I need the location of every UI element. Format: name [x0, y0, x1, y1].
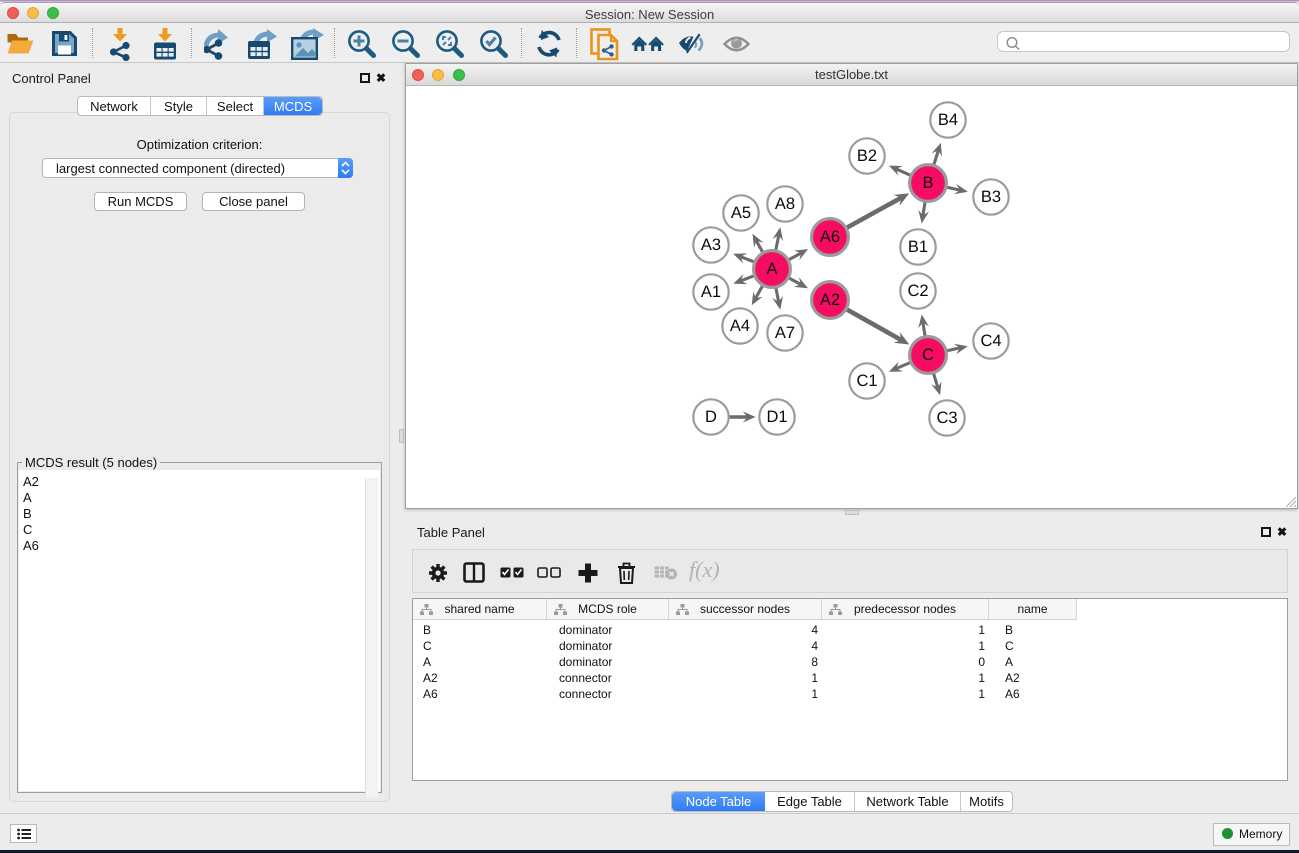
svg-text:D1: D1 — [766, 408, 787, 426]
svg-text:A2: A2 — [820, 291, 840, 309]
svg-text:B4: B4 — [938, 111, 958, 129]
svg-text:B2: B2 — [857, 147, 877, 165]
svg-text:D: D — [705, 408, 717, 426]
svg-text:C2: C2 — [907, 282, 928, 300]
svg-text:B1: B1 — [908, 238, 928, 256]
svg-text:C4: C4 — [980, 332, 1001, 350]
svg-text:A4: A4 — [730, 317, 750, 335]
svg-text:C: C — [922, 346, 934, 364]
svg-text:A1: A1 — [701, 283, 721, 301]
svg-text:A6: A6 — [820, 228, 840, 246]
svg-text:A5: A5 — [731, 204, 751, 222]
svg-text:B: B — [922, 174, 933, 192]
svg-text:C3: C3 — [936, 409, 957, 427]
svg-text:A3: A3 — [701, 236, 721, 254]
svg-text:B3: B3 — [981, 188, 1001, 206]
svg-text:A8: A8 — [775, 195, 795, 213]
svg-text:A7: A7 — [775, 324, 795, 342]
svg-text:A: A — [766, 260, 777, 278]
svg-text:C1: C1 — [856, 372, 877, 390]
